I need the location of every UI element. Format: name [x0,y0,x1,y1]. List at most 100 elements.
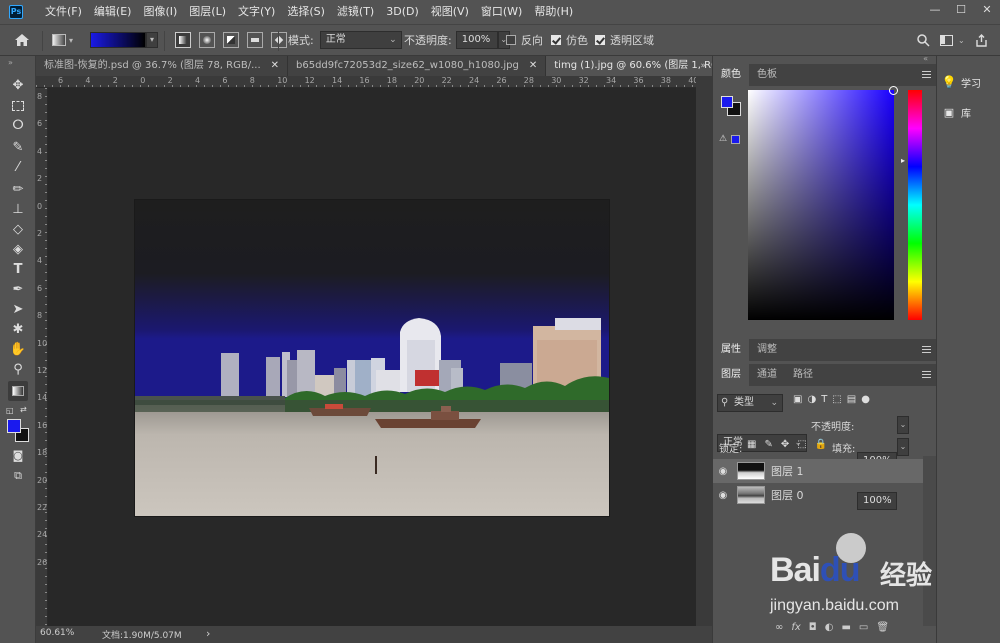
fill-dropdown-button[interactable]: ⌄ [897,438,909,456]
layer-row[interactable]: ◉ 图层 0 [713,483,923,507]
eraser-tool-icon[interactable]: ◇ [8,220,28,240]
document-canvas[interactable] [135,200,609,516]
lock-transparent-icon[interactable]: ▦ [747,439,756,450]
status-menu-arrow[interactable]: › [206,627,210,640]
minimize-button[interactable]: — [922,0,948,20]
tab-channels[interactable]: 通道 [749,364,785,386]
color-field[interactable] [748,86,898,320]
lock-all-icon[interactable]: 🔒 [815,439,827,450]
menu-image[interactable]: 图像(I) [137,0,183,24]
diamond-gradient-button[interactable] [271,32,287,48]
tab-document-2[interactable]: b65dd9fc72053d2_size62_w1080_h1080.jpg ✕ [288,56,547,76]
menu-3d[interactable]: 3D(D) [380,0,425,24]
layer-row[interactable]: ◉ 图层 1 [713,459,923,483]
menu-layer[interactable]: 图层(L) [183,0,232,24]
pen-tool-icon[interactable]: ✒ [8,280,28,300]
clone-stamp-tool-icon[interactable]: ⊥ [8,200,28,220]
gradient-tool-icon[interactable] [8,381,28,401]
smart-object-filter-icon[interactable]: ▤ [847,394,856,405]
lock-position-icon[interactable]: ✥ [781,439,789,450]
opacity-input[interactable]: 100% [455,31,498,49]
tab-layers[interactable]: 图层 [713,364,749,386]
panel-menu-icon[interactable] [922,346,931,353]
foreground-color-swatch[interactable] [721,96,733,108]
quick-mask-icon[interactable]: ◙ [8,446,28,466]
panel-menu-icon[interactable] [922,71,931,78]
zoom-tool-icon[interactable]: ⚲ [8,360,28,380]
panel-menu-icon[interactable] [922,371,931,378]
layer-opacity-dropdown-button[interactable]: ⌄ [897,416,909,434]
menu-filter[interactable]: 滤镜(T) [331,0,380,24]
lock-artboard-icon[interactable]: ⬚ [797,439,806,450]
custom-shape-tool-icon[interactable]: ✱ [8,320,28,340]
eye-icon[interactable]: ◉ [713,466,733,477]
menu-view[interactable]: 视图(V) [425,0,475,24]
layer-filter-dropdown[interactable]: ⚲ 类型 ⌄ [717,394,783,412]
shape-filter-icon[interactable]: ⬚ [832,394,841,405]
menu-file[interactable]: 文件(F) [39,0,88,24]
angle-gradient-button[interactable] [223,32,239,48]
adjustment-filter-icon[interactable]: ◑ [807,394,816,405]
hue-slider[interactable] [908,90,922,320]
foreground-color-swatch[interactable] [7,419,21,433]
marquee-tool-icon[interactable] [8,96,28,116]
type-tool-icon[interactable]: T [8,260,28,280]
tab-document-1[interactable]: 标准图-恢复的.psd @ 36.7% (图层 78, RGB/... ✕ [36,56,289,76]
search-icon[interactable] [917,25,930,55]
vertical-scrollbar[interactable] [696,76,712,626]
swap-colors-icon[interactable]: ⇄ [20,405,27,414]
libraries-panel-button[interactable]: ▣ 库 [937,98,1000,126]
layer-thumbnail[interactable] [737,486,765,504]
transparency-checkbox[interactable] [595,35,605,45]
workspace-icon[interactable]: ⌄ [940,25,965,55]
default-colors-icon[interactable]: ◱ [6,406,14,415]
zoom-level[interactable]: 60.61% [40,628,74,638]
lock-image-icon[interactable]: ✎ [764,439,772,450]
close-icon[interactable]: ✕ [529,60,537,71]
tab-adjustments[interactable]: 调整 [749,339,785,361]
mode-dropdown[interactable]: 正常 ⌄ [319,31,402,49]
linear-gradient-button[interactable] [175,32,191,48]
layer-thumbnail[interactable] [737,462,765,480]
radial-gradient-button[interactable] [199,32,215,48]
share-icon[interactable] [975,25,988,55]
color-picker-cursor[interactable] [889,86,898,95]
type-filter-icon[interactable]: T [821,394,827,405]
collapse-arrows-icon[interactable]: » [8,58,13,67]
tab-paths[interactable]: 路径 [785,364,821,386]
menu-window[interactable]: 窗口(W) [475,0,528,24]
dither-checkbox[interactable] [551,35,561,45]
collapse-arrows-icon[interactable]: « [923,54,928,63]
menu-help[interactable]: 帮助(H) [528,0,579,24]
web-safe-color-swatch[interactable] [731,135,740,144]
gradient-picker[interactable]: ▾ [90,25,158,55]
gradient-preview[interactable] [90,32,146,48]
reflected-gradient-button[interactable] [247,32,263,48]
menu-edit[interactable]: 编辑(E) [88,0,138,24]
paint-bucket-tool-icon[interactable]: ◈ [8,240,28,260]
close-button[interactable]: ✕ [974,0,1000,20]
maximize-button[interactable]: ☐ [948,0,974,20]
hand-tool-icon[interactable]: ✋ [8,340,28,360]
hue-slider-handle[interactable]: ▸ [901,156,905,165]
menu-type[interactable]: 文字(Y) [232,0,281,24]
tabs-overflow-icon[interactable]: » [700,56,706,76]
reverse-checkbox[interactable] [506,35,516,45]
layer-name[interactable]: 图层 0 [771,487,804,503]
gradient-tool-preset-icon[interactable]: ▾ [52,25,73,55]
menu-select[interactable]: 选择(S) [281,0,331,24]
brush-tool-icon[interactable]: ✏ [8,180,28,200]
tab-swatches[interactable]: 色板 [749,64,785,86]
screen-mode-icon[interactable]: ⧉ [8,466,28,486]
path-selection-tool-icon[interactable]: ➤ [8,300,28,320]
eye-icon[interactable]: ◉ [713,490,733,501]
eyedropper-tool-icon[interactable]: ⁄ [8,158,28,178]
pixel-filter-icon[interactable]: ▣ [793,394,802,405]
layer-name[interactable]: 图层 1 [771,463,804,479]
filter-toggle-icon[interactable]: ● [861,394,870,405]
tab-properties[interactable]: 属性 [713,339,749,361]
home-icon[interactable] [14,25,30,55]
close-icon[interactable]: ✕ [271,60,279,71]
learn-panel-button[interactable]: 💡 学习 [937,68,1000,96]
tab-color[interactable]: 颜色 [713,64,749,86]
